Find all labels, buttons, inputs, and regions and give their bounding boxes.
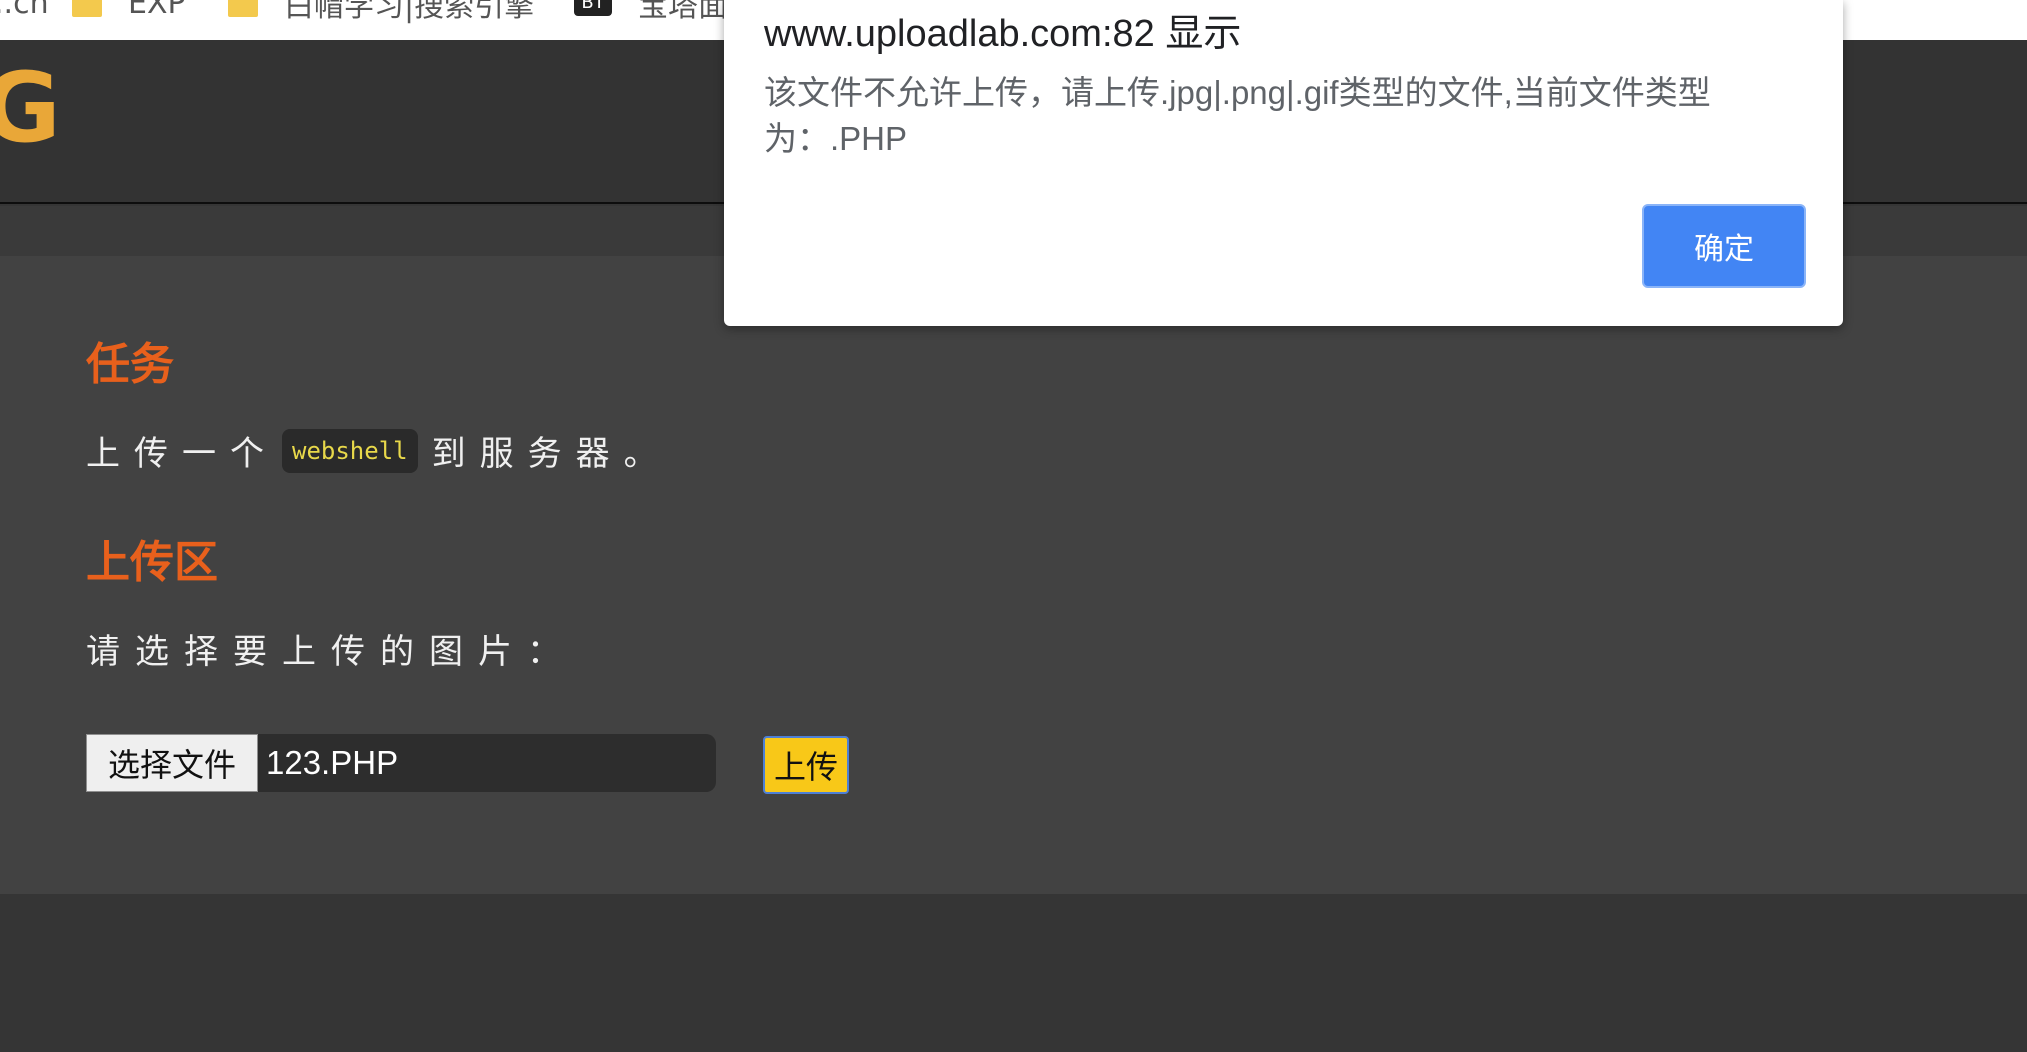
folder-icon [72, 0, 102, 17]
bookmark-label: 白帽学习|搜索引擎 [284, 0, 535, 24]
choose-file-button[interactable]: 选择文件 [86, 734, 258, 792]
dialog-message: 该文件不允许上传，请上传.jpg|.png|.gif类型的文件,当前文件类型为：… [764, 74, 1711, 157]
site-logo: G [0, 52, 61, 164]
bookmark-label: 宝塔面 [638, 0, 728, 24]
task-desc-before: 上传一个 [86, 434, 278, 474]
main-content: 任务 上传一个 webshell 到服务器。 上传区 请选择要上传的图片： 选择… [0, 256, 2027, 894]
upload-prompt: 请选择要上传的图片： [86, 632, 576, 672]
bookmark-item-bt[interactable]: BT 宝塔面 [574, 0, 728, 24]
bookmark-item-ch[interactable]: ..ch [0, 0, 49, 21]
bookmark-label: EXP [128, 0, 186, 21]
footer-area [0, 894, 2027, 1052]
bookmark-item-search[interactable]: 白帽学习|搜索引擎 [228, 0, 534, 24]
dialog-title: www.uploadlab.com:82 显示 [764, 13, 1242, 55]
task-heading: 任务 [86, 339, 174, 390]
upload-button[interactable]: 上传 [763, 736, 849, 794]
dialog-ok-button[interactable]: 确定 [1642, 204, 1806, 288]
bookmark-item-exp[interactable]: EXP [72, 0, 186, 21]
task-desc-after: 到服务器。 [431, 434, 672, 474]
file-input[interactable]: 选择文件 123.PHP [86, 734, 716, 792]
upload-heading: 上传区 [86, 537, 218, 588]
alert-dialog: www.uploadlab.com:82 显示 该文件不允许上传，请上传.jpg… [724, 0, 1843, 326]
webshell-code: webshell [282, 428, 418, 473]
task-description: 上传一个 webshell 到服务器。 [86, 426, 672, 475]
bookmark-label: ..ch [0, 0, 49, 21]
bt-icon: BT [574, 0, 612, 16]
folder-icon [228, 0, 258, 17]
selected-file-name: 123.PHP [266, 744, 399, 781]
